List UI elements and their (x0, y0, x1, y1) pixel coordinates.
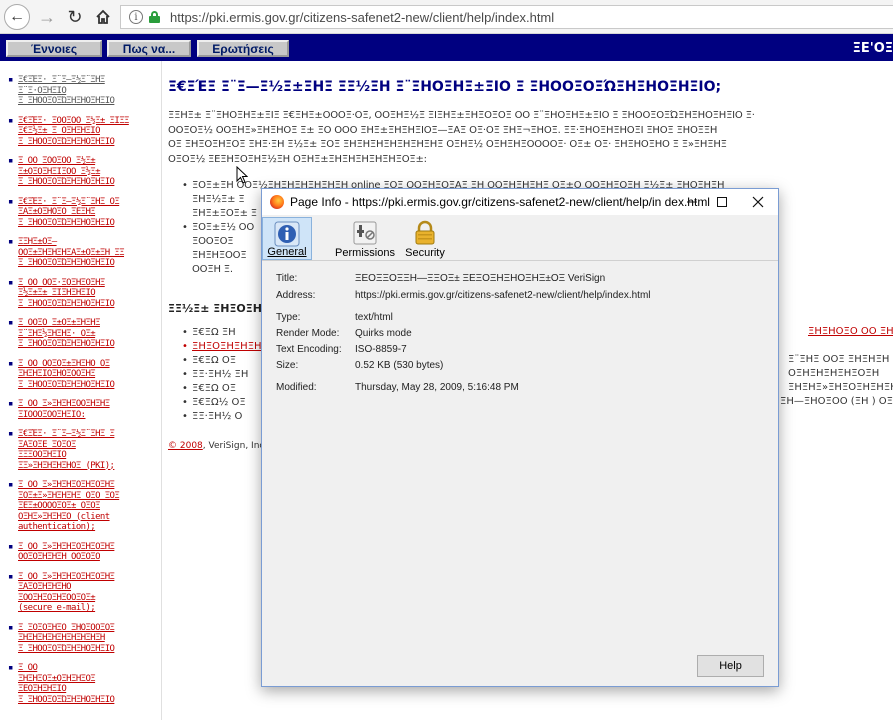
address-value[interactable]: https://pki.ermis.gov.gr/citizens-safene… (355, 290, 651, 301)
right-text-fragment: ΞΗΞΗΞ»ΞΗΞΟΞΗΞΗΞΗΟ (788, 382, 893, 393)
maximize-icon (717, 197, 727, 207)
firefox-icon (270, 195, 284, 209)
url-bar[interactable]: i https://pki.ermis.gov.gr/citizens-safe… (120, 5, 893, 29)
concepts-menu-button[interactable]: Έννοιες (6, 40, 102, 57)
browser-toolbar: ← → ↻ i https://pki.ermis.gov.gr/citizen… (0, 0, 893, 34)
minimize-button[interactable] (680, 192, 704, 212)
tab-permissions-label: Permissions (335, 247, 395, 259)
site-nav-bar: Έννοιες Πως να... Ερωτήσεις ΞΕ'ΟΞ (0, 34, 893, 61)
tab-general[interactable]: General (262, 217, 312, 260)
sidebar: Ξ€ΞΈΞ· Ξ¨Ξ―Ξ½Ξ΅ΞΗΞ Ξ¨Ξ·ΟΞΗΞΙΟ Ξ ΞΗΟΟΞΟΞΏ… (0, 61, 162, 720)
size-value[interactable]: 0.52 KB (530 bytes) (355, 360, 443, 371)
list-item: ΞΞ·ΞΗ½ ΞΗ (182, 368, 248, 382)
dialog-general-panel: Title: ΞΕΟΞΞΟΞΞΗ—ΞΞΟΞ± ΞΕΞΟΞΗΞΗΟΞΗΞ±ΟΞ V… (262, 262, 778, 686)
dialog-titlebar[interactable]: Page Info - https://pki.ermis.gov.gr/cit… (262, 189, 778, 215)
mouse-cursor-icon (236, 166, 248, 184)
sidebar-item[interactable]: Ξ ΟΟΞΟ Ξ±ΟΞ±ΞΗΞΗΞ Ξ¨ΞΗΞ½ΞΗΞΗΞ· ΟΞ± Ξ ΞΗΟ… (8, 318, 161, 350)
help-button[interactable]: Help (697, 655, 764, 677)
list-item: Ξ€ΞΩ ΟΞ (182, 354, 236, 368)
tab-security[interactable]: Security (405, 217, 445, 260)
close-icon (752, 196, 764, 208)
render-mode-value[interactable]: Quirks mode (355, 328, 412, 339)
dialog-tab-toolbar: General Permissions Security (262, 215, 778, 261)
sidebar-item[interactable]: Ξ ΟΟ ΞΗΞΗΞΟΞ±ΟΞΗΞΗΞΟΞ ΞΕΟΞΗΞΗΞΙΟ Ξ ΞΗΟΟΞ… (8, 663, 161, 705)
tab-security-label: Security (405, 247, 445, 259)
title-label: Title: (276, 273, 298, 284)
sidebar-item[interactable]: Ξ€ΞΈΞ· ΞΟΟΞΟΟ Ξ½Ξ± ΞΙΞΞ Ξ€Ξ½Ξ± Ξ ΟΞΗΞΗΞΙ… (8, 116, 161, 148)
howto-menu-button[interactable]: Πως να... (107, 40, 191, 57)
copyright: © 2008, VeriSign, Inc. A (168, 441, 276, 451)
url-text[interactable]: https://pki.ermis.gov.gr/citizens-safene… (170, 10, 554, 25)
info-circle-icon (274, 221, 300, 247)
info-icon[interactable]: i (129, 10, 143, 24)
modified-value[interactable]: Thursday, May 28, 2009, 5:16:48 PM (355, 382, 519, 393)
right-text-fragment: Ξ¨ΞΗΞ ΟΟΞ ΞΗΞΗΞΗ ΞΗ (788, 354, 893, 365)
list-item: Ξ€ΞΩ ΞΗ (182, 326, 236, 340)
page-title: Ξ€ΞΈΞ Ξ¨Ξ—Ξ½Ξ±ΞΗΞ ΞΞ½ΞΗ Ξ¨ΞΗΟΞΗΞ±ΞΙΟ Ξ Ξ… (168, 79, 722, 95)
copyright-year-link[interactable]: © 2008 (168, 441, 203, 451)
intro-paragraph: ΞΞΗΞ± Ξ¨ΞΗΟΞΗΞ±ΞΙΞ Ξ€ΞΗΞ±ΟΟΟΞ·ΟΞ, ΟΟΞΗΞ½… (168, 110, 755, 165)
right-text-fragment: ΞΗ—ΞΗΟΞΟΟ (ΞΗ ) ΟΞ (780, 396, 893, 407)
sidebar-item[interactable]: Ξ ΟΟ Ξ»ΞΗΞΗΞΟΞΗΞΟΞΗΞ ΞΑΞΟΞΗΞΗΞΗΟ ΞΟΟΞΗΞΟ… (8, 572, 161, 614)
sidebar-item[interactable]: Ξ ΟΟ ΟΟΞ·ΞΟΞΗΞΟΞΗΞ Ξ½Ξ±Ξ± ΞΙΞΗΞΗΞΙΟ Ξ ΞΗ… (8, 278, 161, 310)
home-icon (96, 9, 110, 24)
list-item: Ξ€ΞΩ ΟΞ (182, 382, 236, 396)
right-text-fragment: ΟΞΗΞΗΞΗΞΗΞΟΞΗ (788, 368, 880, 379)
sidebar-item[interactable]: Ξ ΟΟ Ξ»ΞΗΞΗΞΟΞΗΞΟΞΗΞ ΞΟΞ±Ξ»ΞΗΞΗΞΗΞ ΟΞΟ Ξ… (8, 480, 161, 533)
sidebar-item[interactable]: ΞΞΗΞ±ΟΞ— ΟΟΞ±ΞΗΞΗΞΗΞΑΞ±ΟΞ±ΞΗ ΞΞ Ξ ΞΗΟΟΞΟ… (8, 237, 161, 269)
reload-button[interactable]: ↻ (62, 4, 88, 30)
sidebar-item[interactable]: Ξ€ΞΈΞ· Ξ¨Ξ―Ξ½Ξ΅ΞΗΞ ΟΞ ΞΑΞ±ΟΞΗΟΞΟ ΞΕΞΗΞ Ξ… (8, 197, 161, 229)
maximize-button[interactable] (710, 192, 734, 212)
render-mode-label: Render Mode: (276, 328, 340, 339)
size-label: Size: (276, 360, 299, 371)
type-label: Type: (276, 312, 301, 323)
dialog-title: Page Info - https://pki.ermis.gov.gr/cit… (290, 195, 710, 209)
sidebar-item[interactable]: Ξ ΟΟ ΞΟΟΞΟΟ Ξ½Ξ± Ξ±ΟΞΟΞΗΞΙΞΟΟ Ξ½Ξ± Ξ ΞΗΟ… (8, 156, 161, 188)
list-item: ΞΞ·ΞΗ½ Ο (182, 410, 242, 424)
address-label: Address: (276, 290, 316, 301)
sidebar-item[interactable]: Ξ ΞΟΞΟΞΗΞΟ ΞΗΟΞΟΟΞΟΞ ΞΗΞΗΞΗΞΗΞΗΞΗΞΗΞΗΞΗ … (8, 623, 161, 655)
permissions-icon (353, 221, 377, 245)
tab-general-label: General (267, 246, 307, 258)
padlock-icon (415, 220, 435, 245)
close-button[interactable] (746, 192, 770, 212)
text-encoding-value[interactable]: ISO-8859-7 (355, 344, 407, 355)
list-item-link[interactable]: ΞΗΞΟΞΗΞΗΞΗΞ (182, 340, 268, 354)
sidebar-item[interactable]: Ξ ΟΟ Ξ»ΞΗΞΗΞΟΞΗΞΟΞΗΞ ΟΟΞΟΞΗΞΗΞΗ ΟΟΞΟΞΟ (8, 542, 161, 563)
questions-menu-button[interactable]: Ερωτήσεις (197, 40, 289, 57)
text-encoding-label: Text Encoding: (276, 344, 342, 355)
tab-permissions[interactable]: Permissions (335, 217, 395, 260)
type-value[interactable]: text/html (355, 312, 393, 323)
site-logo: ΞΕ'ΟΞ (852, 41, 893, 56)
sidebar-item[interactable]: Ξ ΟΟ Ξ»ΞΗΞΗΞΟΟΞΗΞΗΞ ΞΙΟΟΟΞΟΟΞΗΞΙΟ: (8, 399, 161, 420)
list-item: Ξ€ΞΩ½ ΟΞ (182, 396, 246, 410)
lock-icon[interactable] (149, 11, 160, 23)
forward-button[interactable]: → (34, 4, 60, 30)
forward-arrow-icon: → (38, 6, 56, 27)
sidebar-item[interactable]: Ξ€ΞΈΞ· Ξ¨Ξ―Ξ½Ξ΅ΞΗΞ Ξ¨Ξ·ΟΞΗΞΙΟ Ξ ΞΗΟΟΞΟΞΏ… (8, 75, 161, 107)
title-value[interactable]: ΞΕΟΞΞΟΞΞΗ—ΞΞΟΞ± ΞΕΞΟΞΗΞΗΟΞΗΞ±ΟΞ VeriSign (355, 273, 605, 284)
home-button[interactable] (90, 4, 116, 30)
back-button[interactable]: ← (4, 4, 30, 30)
back-arrow-icon: ← (9, 8, 25, 25)
page-info-dialog: Page Info - https://pki.ermis.gov.gr/cit… (261, 188, 779, 687)
reload-icon: ↻ (67, 6, 83, 27)
right-link-fragment[interactable]: ΞΗΞΗΟΞΟ ΟΟ ΞΗ»Ξ·Ο (808, 326, 893, 337)
minimize-icon (687, 201, 697, 203)
sidebar-item[interactable]: Ξ ΟΟ ΟΟΞΟΞ±ΞΗΞΗΟ ΟΞ ΞΗΞΗΞΙΟΞΗΟΞΟΟΞΗΞ Ξ Ξ… (8, 359, 161, 391)
modified-label: Modified: (276, 382, 317, 393)
sidebar-item[interactable]: Ξ€ΞΈΞ· Ξ¨Ξ―Ξ½Ξ΅ΞΗΞ Ξ ΞΑΞΟΞΕ ΞΟΞΟΞ ΞΞΞΟΟΞ… (8, 429, 161, 471)
